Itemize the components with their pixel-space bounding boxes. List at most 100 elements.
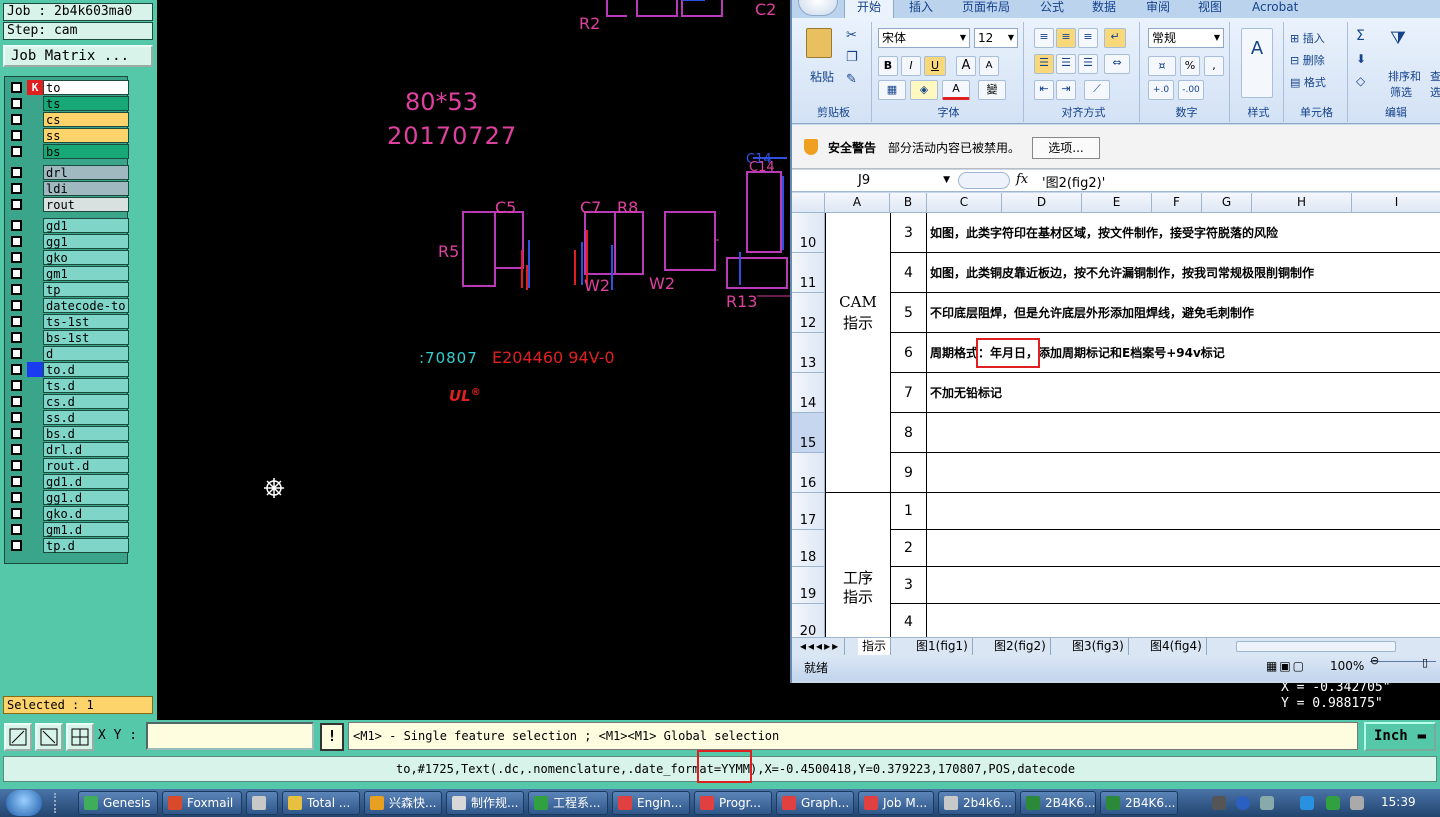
group-cell-process[interactable]: 工序 指示 [825, 493, 890, 637]
layer-row-drl[interactable]: drl [7, 165, 129, 180]
layer-checkbox[interactable] [11, 364, 22, 375]
instruction-cell[interactable] [927, 567, 1440, 604]
format-cells-button[interactable]: ▤ 格式 [1290, 74, 1326, 90]
layer-checkbox[interactable] [11, 428, 22, 439]
horizontal-scrollbar[interactable] [1236, 641, 1396, 652]
delete-cells-button[interactable]: ⊟ 删除 [1290, 52, 1325, 68]
tab-insert[interactable]: 插入 [909, 0, 933, 14]
wrap-text-icon[interactable]: ↵ [1104, 28, 1126, 48]
sort-filter-icon[interactable]: ⧩ [1390, 28, 1406, 49]
layer-row-ss.d[interactable]: ss.d [7, 410, 129, 425]
column-header-a[interactable]: A [825, 193, 890, 213]
snap-grid-icon[interactable] [66, 723, 94, 751]
italic-button[interactable]: I [901, 56, 921, 76]
merge-cells-icon[interactable]: ⇔ [1104, 54, 1130, 74]
instruction-cell[interactable] [927, 413, 1440, 453]
decrease-decimal-icon[interactable]: -.00 [1178, 80, 1204, 100]
layer-row-gg1[interactable]: gg1 [7, 234, 129, 249]
layer-row-gko.d[interactable]: gko.d [7, 506, 129, 521]
layer-row-ts-1st[interactable]: ts-1st [7, 314, 129, 329]
increase-indent-icon[interactable]: ⇥ [1056, 80, 1076, 100]
taskbar-item-7[interactable]: Engin... [612, 791, 690, 815]
zoom-window-icon[interactable] [4, 723, 32, 751]
start-button-icon[interactable] [6, 790, 42, 816]
formula-bar-expander[interactable] [958, 172, 1010, 189]
taskbar-item-12[interactable]: 2B4K6... [1020, 791, 1096, 815]
layer-checkbox[interactable] [11, 268, 22, 279]
layer-row-ts.d[interactable]: ts.d [7, 378, 129, 393]
layer-checkbox[interactable] [11, 332, 22, 343]
layer-checkbox[interactable] [11, 508, 22, 519]
currency-icon[interactable]: ¤ [1148, 56, 1176, 76]
orientation-icon[interactable]: ⟋ [1084, 80, 1110, 100]
align-top-icon[interactable]: ≡ [1034, 28, 1054, 48]
align-right-icon[interactable]: ☰ [1078, 54, 1098, 74]
row-header-10[interactable]: 10 [792, 213, 825, 253]
shrink-font-button[interactable]: A [979, 56, 999, 76]
zoom-level[interactable]: 100% [1330, 659, 1364, 673]
column-header-h[interactable]: H [1252, 193, 1352, 213]
tab-review[interactable]: 审阅 [1146, 0, 1170, 14]
item-number-cell[interactable]: 8 [890, 413, 927, 453]
clock[interactable]: 15:39 [1381, 795, 1416, 809]
taskbar-item-10[interactable]: Job M... [858, 791, 934, 815]
underline-button[interactable]: U [924, 56, 946, 76]
layer-checkbox[interactable] [11, 199, 22, 210]
taskbar-item-8[interactable]: Progr... [694, 791, 772, 815]
autosum-button[interactable]: Σ [1356, 28, 1365, 44]
item-number-cell[interactable]: 3 [890, 567, 927, 604]
font-name-select[interactable]: 宋体 ▼ [878, 28, 970, 48]
align-center-icon[interactable]: ☰ [1056, 54, 1076, 74]
layer-row-gg1.d[interactable]: gg1.d [7, 490, 129, 505]
layer-row-cs.d[interactable]: cs.d [7, 394, 129, 409]
layer-checkbox[interactable] [11, 167, 22, 178]
column-header-f[interactable]: F [1152, 193, 1202, 213]
formula-input[interactable]: '图2(fig2)' [1042, 172, 1105, 191]
zoom-slider[interactable]: ⊖ ▯ [1370, 654, 1436, 673]
tab-acrobat[interactable]: Acrobat [1252, 0, 1298, 14]
item-number-cell[interactable]: 4 [890, 604, 927, 637]
font-size-select[interactable]: 12 ▼ [974, 28, 1018, 48]
sheet-tab-1[interactable]: 图1(fig1) [912, 638, 973, 655]
keyboard-tray-icon[interactable] [1212, 796, 1226, 810]
row-header-11[interactable]: 11 [792, 253, 825, 293]
layer-row-tp.d[interactable]: tp.d [7, 538, 129, 553]
unit-select[interactable]: Inch ▬ [1364, 722, 1436, 751]
row-header-16[interactable]: 16 [792, 453, 825, 493]
item-number-cell[interactable]: 4 [890, 253, 927, 293]
layer-checkbox[interactable] [11, 380, 22, 391]
layer-checkbox[interactable] [11, 146, 22, 157]
fill-color-icon[interactable]: ◈ [910, 80, 938, 100]
layer-checkbox[interactable] [11, 236, 22, 247]
item-number-cell[interactable]: 9 [890, 453, 927, 493]
instruction-cell[interactable]: 如图，此类字符印在基材区域，按文件制作，接受字符脱落的风险 [927, 213, 1440, 253]
layer-checkbox[interactable] [11, 396, 22, 407]
column-header-i[interactable]: I [1352, 193, 1440, 213]
taskbar-item-1[interactable]: Foxmail [162, 791, 242, 815]
taskbar-item-5[interactable]: 制作规... [446, 791, 524, 815]
network-tray-icon[interactable] [1260, 796, 1274, 810]
format-painter-icon[interactable]: ✎ [846, 72, 857, 87]
layer-row-gko[interactable]: gko [7, 250, 129, 265]
insert-function-button[interactable]: fx [1016, 172, 1028, 187]
layer-checkbox[interactable] [11, 348, 22, 359]
layer-row-bs-1st[interactable]: bs-1st [7, 330, 129, 345]
copy-icon[interactable]: ❐ [846, 50, 858, 65]
item-number-cell[interactable]: 7 [890, 373, 927, 413]
name-box[interactable]: J9 ▼ [798, 172, 952, 190]
font-color-button[interactable]: A [942, 80, 970, 100]
clear-icon[interactable]: ◇ [1356, 74, 1365, 88]
layer-row-rout.d[interactable]: rout.d [7, 458, 129, 473]
instruction-cell[interactable]: 不印底层阻焊，但是允许底层外形添加阻焊线，避免毛刺制作 [927, 293, 1440, 333]
taskbar-item-6[interactable]: 工程系... [528, 791, 608, 815]
layer-checkbox[interactable] [11, 114, 22, 125]
cad-canvas[interactable]: 80*53 20170727 R2 C2 C5 C7 R8 R5 C14 C14… [157, 0, 790, 720]
datecode-feature-text[interactable]: :70807 [419, 349, 478, 367]
taskbar-item-0[interactable]: Genesis [78, 791, 158, 815]
layer-checkbox[interactable] [11, 492, 22, 503]
xy-input[interactable] [146, 722, 314, 750]
layer-checkbox[interactable] [11, 220, 22, 231]
taskbar-item-3[interactable]: Total ... [282, 791, 360, 815]
help-tray-icon[interactable] [1236, 796, 1250, 810]
layer-checkbox[interactable] [11, 284, 22, 295]
